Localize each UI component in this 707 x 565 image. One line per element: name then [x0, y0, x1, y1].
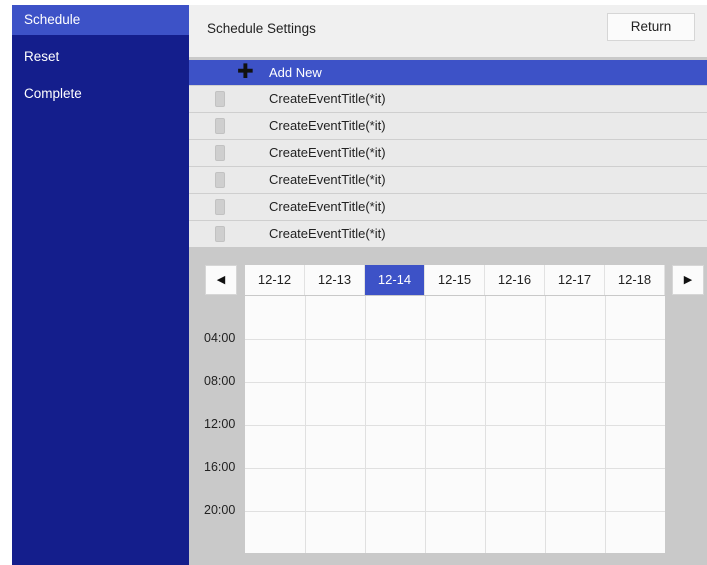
- event-title: CreateEventTitle(*it): [269, 172, 386, 187]
- grid-divider: [245, 339, 665, 340]
- time-label: 12:00: [204, 417, 236, 431]
- page-title: Schedule Settings: [207, 21, 316, 36]
- list-item[interactable]: CreateEventTitle(*it): [189, 193, 707, 220]
- main-panel: Schedule Settings Return ✚ Add New Creat…: [189, 5, 707, 565]
- drag-handle-icon[interactable]: [215, 118, 225, 134]
- list-item[interactable]: CreateEventTitle(*it): [189, 166, 707, 193]
- drag-handle-icon[interactable]: [215, 172, 225, 188]
- time-label: 20:00: [204, 503, 236, 517]
- list-item[interactable]: CreateEventTitle(*it): [189, 85, 707, 112]
- event-title: CreateEventTitle(*it): [269, 91, 386, 106]
- sidebar-item-schedule[interactable]: Schedule: [12, 5, 189, 35]
- list-item[interactable]: CreateEventTitle(*it): [189, 220, 707, 247]
- sidebar-item-reset[interactable]: Reset: [12, 42, 189, 72]
- grid-divider: [245, 511, 665, 512]
- time-label: 04:00: [204, 331, 236, 345]
- time-label: 16:00: [204, 460, 236, 474]
- event-list: ✚ Add New CreateEventTitle(*it) CreateEv…: [189, 60, 707, 247]
- day-header[interactable]: 12-16: [485, 265, 545, 295]
- prev-week-button[interactable]: ◀: [205, 265, 237, 295]
- drag-handle-icon[interactable]: [215, 91, 225, 107]
- event-title: CreateEventTitle(*it): [269, 226, 386, 241]
- day-header[interactable]: 12-13: [305, 265, 365, 295]
- drag-handle-icon[interactable]: [215, 145, 225, 161]
- add-new-label: Add New: [269, 65, 322, 80]
- day-header[interactable]: 12-12: [245, 265, 305, 295]
- event-title: CreateEventTitle(*it): [269, 145, 386, 160]
- sidebar: Schedule Reset Complete: [12, 5, 189, 565]
- add-new-button[interactable]: ✚ Add New: [189, 60, 707, 85]
- arrow-right-icon: ▶: [683, 274, 693, 286]
- event-title: CreateEventTitle(*it): [269, 118, 386, 133]
- grid-divider: [245, 382, 665, 383]
- day-header[interactable]: 12-18: [605, 265, 665, 295]
- day-header[interactable]: 12-15: [425, 265, 485, 295]
- event-title: CreateEventTitle(*it): [269, 199, 386, 214]
- arrow-left-icon: ◀: [216, 274, 226, 286]
- time-label: 08:00: [204, 374, 236, 388]
- next-week-button[interactable]: ▶: [672, 265, 704, 295]
- drag-handle-icon[interactable]: [215, 226, 225, 242]
- day-header-selected[interactable]: 12-14: [365, 265, 425, 295]
- list-item[interactable]: CreateEventTitle(*it): [189, 139, 707, 166]
- return-button[interactable]: Return: [607, 13, 695, 41]
- day-header[interactable]: 12-17: [545, 265, 605, 295]
- header: Schedule Settings Return: [189, 5, 707, 57]
- drag-handle-icon[interactable]: [215, 199, 225, 215]
- plus-icon: ✚: [237, 61, 254, 83]
- grid-divider: [245, 468, 665, 469]
- calendar: ◀ 12-12 12-13 12-14 12-15 12-16 12-17 12…: [189, 265, 707, 555]
- sidebar-item-complete[interactable]: Complete: [12, 79, 189, 109]
- grid-divider: [245, 425, 665, 426]
- list-item[interactable]: CreateEventTitle(*it): [189, 112, 707, 139]
- calendar-grid[interactable]: [245, 296, 665, 553]
